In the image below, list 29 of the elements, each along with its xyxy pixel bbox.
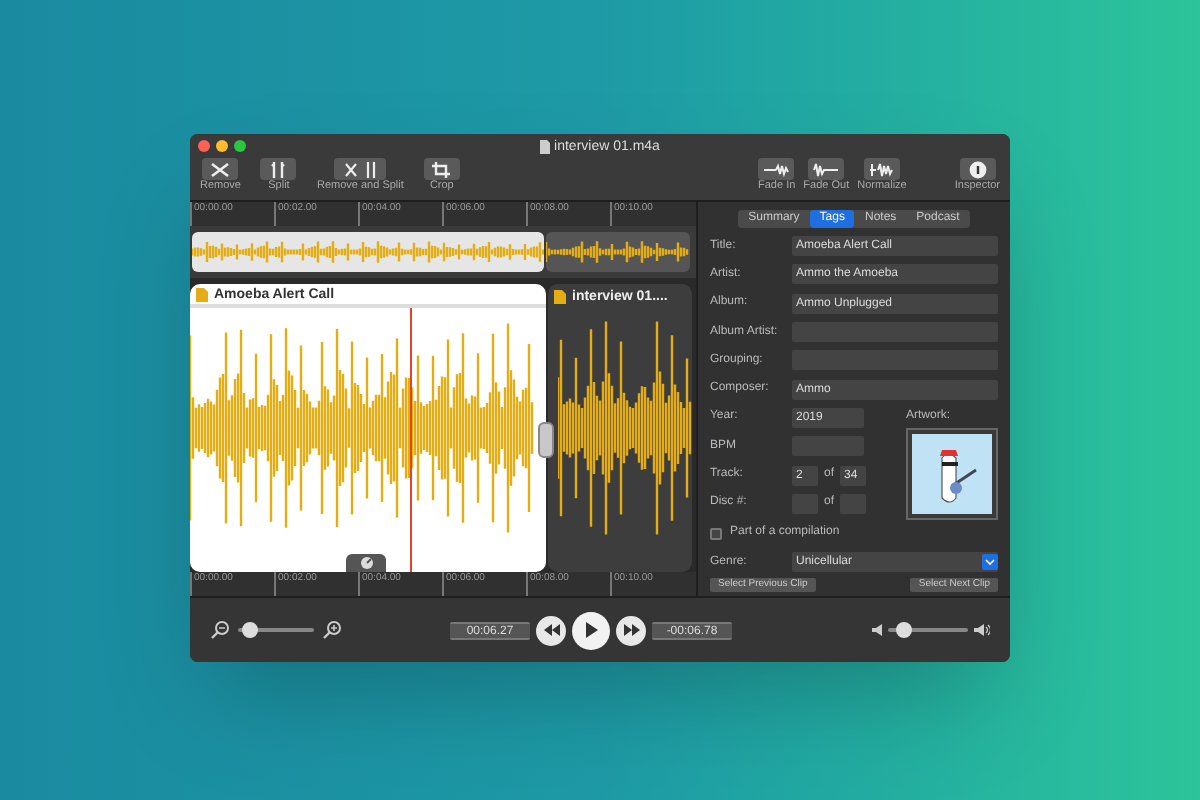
play-button[interactable]	[572, 611, 610, 649]
overview-clip[interactable]	[192, 232, 544, 272]
normalize-icon	[867, 159, 896, 179]
document-icon	[554, 289, 566, 303]
play-icon	[584, 622, 598, 638]
chevron-down-icon	[984, 558, 996, 567]
overview-clip[interactable]	[546, 232, 690, 272]
cross-split-icon	[342, 159, 379, 179]
dial-icon	[359, 556, 373, 570]
artwork-well[interactable]	[906, 427, 998, 520]
crop-icon	[427, 159, 456, 179]
speaker-high-icon	[974, 624, 990, 636]
fade-out-icon	[812, 159, 841, 179]
slider-thumb[interactable]	[241, 622, 257, 638]
cartoon-artwork-drawing	[912, 433, 992, 514]
clip-edge-handle[interactable]	[538, 422, 554, 458]
slider-thumb[interactable]	[895, 622, 912, 638]
rewind-button[interactable]	[536, 615, 566, 645]
zoom-in-icon[interactable]	[322, 620, 342, 640]
zoom-out-icon[interactable]	[210, 620, 230, 640]
document-icon	[196, 287, 208, 301]
speaker-low-icon	[872, 624, 882, 636]
fast-forward-button[interactable]	[616, 615, 646, 645]
checkbox[interactable]	[709, 527, 722, 540]
fade-in-icon	[762, 159, 791, 179]
document-icon	[540, 139, 551, 153]
gain-knob[interactable]	[346, 554, 386, 572]
fast-forward-icon	[623, 624, 639, 636]
rewind-icon	[543, 624, 559, 636]
